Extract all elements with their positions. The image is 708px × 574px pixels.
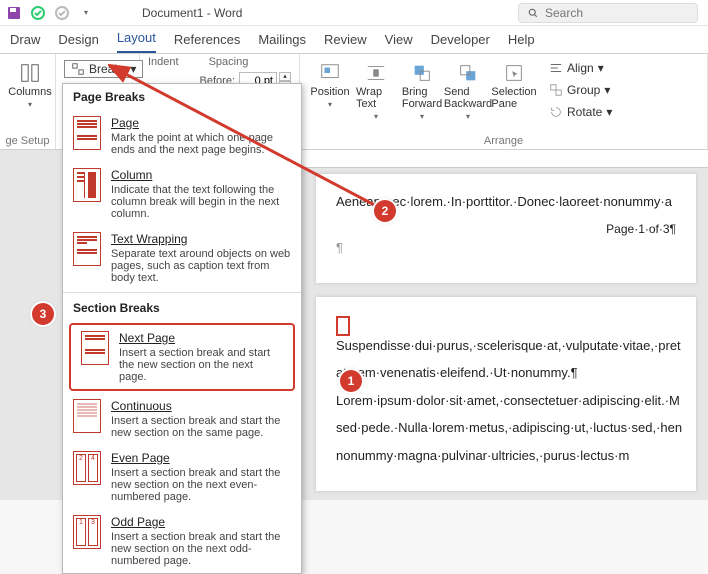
tab-mailings[interactable]: Mailings — [258, 28, 306, 53]
continuous-break-icon — [73, 399, 101, 433]
tab-review[interactable]: Review — [324, 28, 367, 53]
send-backward-icon — [457, 62, 479, 84]
breaks-dropdown: Page Breaks PageMark the point at which … — [62, 83, 302, 574]
selection-pane-button[interactable]: Selection Pane — [492, 58, 536, 114]
window-title: Document1 - Word — [142, 6, 242, 20]
columns-label: Columns — [8, 86, 51, 98]
columns-button[interactable]: Columns ▾ — [8, 58, 52, 113]
chevron-down-icon: ▾ — [28, 100, 32, 109]
search-icon — [527, 7, 539, 19]
group-page-setup-left: Columns ▾ ge Setup — [0, 54, 56, 149]
position-icon — [319, 62, 341, 84]
group-label-page-setup: ge Setup — [0, 135, 55, 147]
qat-dropdown-icon[interactable]: ▾ — [78, 5, 94, 21]
spin-up-icon[interactable]: ▴ — [279, 72, 291, 81]
annotation-badge-2: 2 — [374, 200, 396, 222]
wrap-text-icon — [365, 62, 387, 84]
rotate-icon — [549, 105, 563, 119]
tab-layout[interactable]: Layout — [117, 26, 156, 53]
dd-item-page[interactable]: PageMark the point at which one page end… — [63, 110, 301, 162]
column-break-icon — [73, 168, 101, 202]
save-icon[interactable] — [6, 5, 22, 21]
dd-item-column[interactable]: ColumnIndicate that the text following t… — [63, 162, 301, 226]
bring-forward-icon — [411, 62, 433, 84]
tab-draw[interactable]: Draw — [10, 28, 40, 53]
page-number-field: Page·1·of·3¶ — [336, 220, 676, 238]
dd-section-page-breaks: Page Breaks — [63, 84, 301, 110]
tab-view[interactable]: View — [385, 28, 413, 53]
bring-forward-button[interactable]: Bring Forward▾ — [400, 58, 444, 125]
group-icon — [549, 83, 563, 97]
group-button[interactable]: Group▾ — [542, 80, 619, 100]
breaks-icon — [71, 62, 85, 76]
odd-page-break-icon: 13 — [73, 515, 101, 549]
tab-developer[interactable]: Developer — [431, 28, 490, 53]
page-2[interactable]: Suspendisse·dui·purus,·scelerisque·at,·v… — [316, 297, 696, 491]
selection-pane-icon — [503, 62, 525, 84]
send-backward-button[interactable]: Send Backward▾ — [446, 58, 490, 125]
paragraph[interactable]: at·sem·venenatis·eleifend.·Ut·nonummy.¶ — [336, 363, 676, 383]
separator — [63, 292, 301, 293]
horizontal-ruler[interactable] — [300, 150, 708, 168]
group-label-arrange: Arrange — [300, 135, 707, 147]
position-button[interactable]: Position▾ — [308, 58, 352, 113]
tab-design[interactable]: Design — [58, 28, 98, 53]
annotation-badge-3: 3 — [32, 303, 54, 325]
text-cursor — [336, 316, 350, 336]
tab-help[interactable]: Help — [508, 28, 535, 53]
page-break-icon — [73, 116, 101, 150]
breaks-button[interactable]: Breaks ▾ — [64, 60, 143, 78]
text-wrapping-break-icon — [73, 232, 101, 266]
breaks-label: Breaks — [89, 62, 126, 76]
wrap-text-button[interactable]: Wrap Text▾ — [354, 58, 398, 125]
columns-icon — [19, 62, 41, 84]
tab-references[interactable]: References — [174, 28, 240, 53]
rotate-button[interactable]: Rotate▾ — [542, 102, 619, 122]
paragraph[interactable]: nonummy·magna·pulvinar·ultricies,·purus·… — [336, 446, 676, 466]
dd-item-even-page[interactable]: 24 Even PageInsert a section break and s… — [63, 445, 301, 509]
search-input[interactable] — [545, 6, 685, 20]
search-box[interactable] — [518, 3, 698, 23]
paragraph[interactable]: sed·pede.·Nulla·lorem·metus,·adipiscing·… — [336, 418, 676, 438]
check-off-icon[interactable] — [54, 5, 70, 21]
title-bar: ▾ Document1 - Word — [0, 0, 708, 26]
align-icon — [549, 61, 563, 75]
dd-section-section-breaks: Section Breaks — [63, 295, 301, 321]
page-1[interactable]: Aenean·nec·lorem.·In·porttitor.·Donec·la… — [316, 174, 696, 283]
pilcrow: ¶ — [336, 238, 676, 258]
dd-item-odd-page[interactable]: 13 Odd PageInsert a section break and st… — [63, 509, 301, 573]
chevron-down-icon: ▾ — [130, 62, 136, 76]
align-button[interactable]: Align▾ — [542, 58, 619, 78]
even-page-break-icon: 24 — [73, 451, 101, 485]
paragraph[interactable]: Suspendisse·dui·purus,·scelerisque·at,·v… — [336, 315, 676, 355]
annotation-badge-1: 1 — [340, 370, 362, 392]
dd-item-continuous[interactable]: ContinuousInsert a section break and sta… — [63, 393, 301, 445]
indent-header: Indent — [148, 56, 179, 68]
paragraph[interactable]: Lorem·ipsum·dolor·sit·amet,·consectetuer… — [336, 391, 676, 411]
ribbon-tabs: Draw Design Layout References Mailings R… — [0, 26, 708, 54]
dd-item-text-wrapping[interactable]: Text WrappingSeparate text around object… — [63, 226, 301, 290]
dd-item-next-page[interactable]: Next PageInsert a section break and star… — [69, 323, 295, 391]
check-icon[interactable] — [30, 5, 46, 21]
group-arrange: Position▾ Wrap Text▾ Bring Forward▾ Send… — [300, 54, 708, 149]
spacing-header: Spacing — [209, 56, 249, 68]
next-page-break-icon — [81, 331, 109, 365]
